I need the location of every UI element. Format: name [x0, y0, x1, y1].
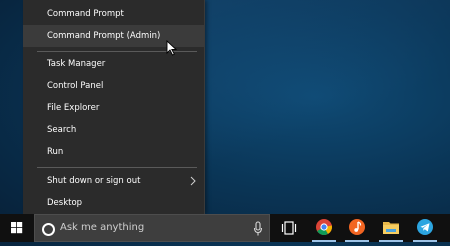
menu-item-command-prompt[interactable]: Command Prompt: [23, 3, 204, 25]
taskbar-app-telegram[interactable]: [410, 214, 440, 242]
menu-item-file-explorer[interactable]: File Explorer: [23, 97, 204, 119]
cortana-icon: [42, 223, 55, 236]
menu-item-search[interactable]: Search: [23, 119, 204, 141]
menu-item-label: File Explorer: [47, 103, 100, 113]
task-view-icon: [281, 221, 297, 235]
start-button[interactable]: [0, 214, 34, 242]
file-explorer-icon: [383, 222, 399, 234]
menu-item-desktop[interactable]: Desktop: [23, 192, 204, 214]
menu-item-label: Command Prompt (Admin): [47, 31, 161, 41]
microphone-icon[interactable]: [253, 221, 263, 237]
menu-item-label: Search: [47, 125, 77, 135]
music-app-icon: [349, 219, 365, 235]
menu-item-label: Task Manager: [47, 59, 106, 69]
menu-item-label: Run: [47, 147, 64, 157]
menu-item-run[interactable]: Run: [23, 141, 204, 163]
task-view-button[interactable]: [274, 214, 304, 242]
taskbar-app-chrome[interactable]: [309, 214, 339, 242]
taskbar-app-file-explorer[interactable]: [376, 214, 406, 242]
menu-item-label: Command Prompt: [47, 9, 124, 19]
taskbar-app-music[interactable]: [342, 214, 372, 242]
menu-item-label: Desktop: [47, 198, 83, 208]
menu-item-control-panel[interactable]: Control Panel: [23, 75, 204, 97]
menu-item-label: Control Panel: [47, 81, 104, 91]
taskbar: Ask me anything: [0, 214, 450, 242]
menu-item-shut-down-or-sign-out[interactable]: Shut down or sign out: [23, 170, 204, 192]
menu-divider: [37, 167, 197, 168]
chrome-icon: [316, 219, 333, 235]
search-box[interactable]: Ask me anything: [34, 214, 270, 242]
telegram-icon: [417, 219, 433, 235]
mouse-pointer-icon: [166, 40, 177, 56]
search-placeholder: Ask me anything: [60, 222, 145, 233]
windows-start-icon: [11, 222, 23, 234]
menu-item-task-manager[interactable]: Task Manager: [23, 53, 204, 75]
power-user-menu: Command Prompt Command Prompt (Admin) Ta…: [23, 0, 205, 214]
menu-item-label: Shut down or sign out: [47, 176, 141, 186]
